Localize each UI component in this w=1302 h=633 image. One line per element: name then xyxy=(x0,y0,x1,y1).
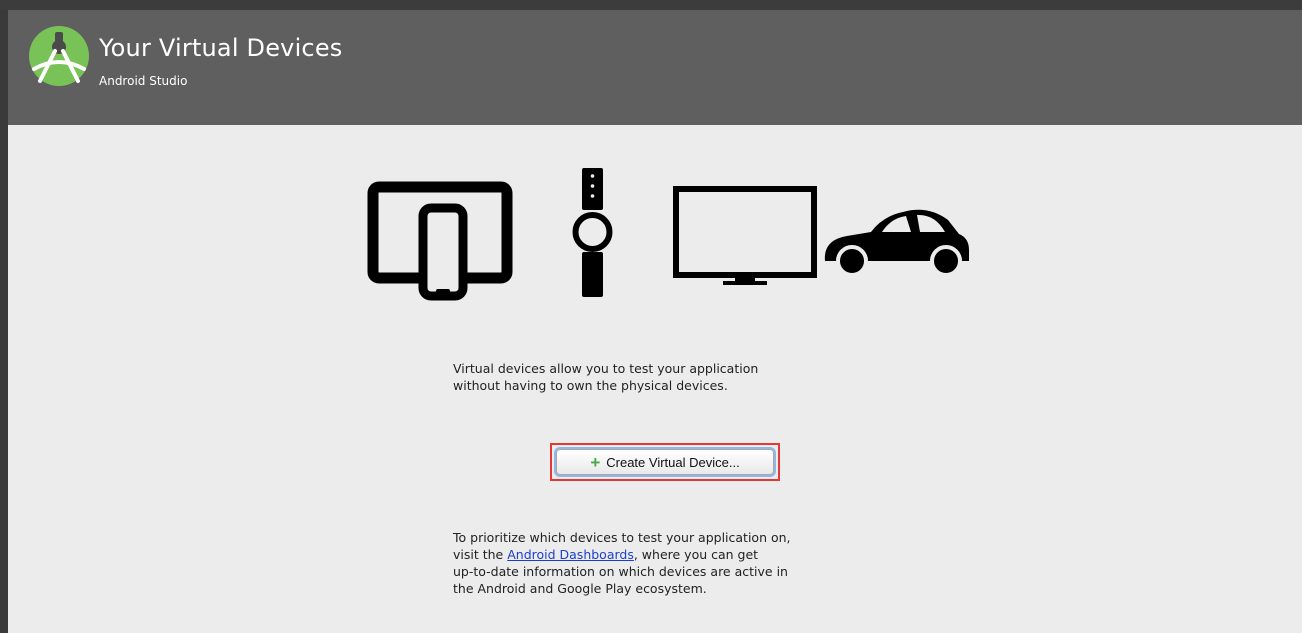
page-title: Your Virtual Devices xyxy=(99,34,343,62)
tv-icon xyxy=(673,186,817,285)
android-studio-logo-icon xyxy=(29,26,89,86)
dashboard-line-3: up-to-date information on which devices … xyxy=(453,564,788,579)
intro-line-2: without having to own the physical devic… xyxy=(453,378,728,393)
watch-icon xyxy=(572,168,613,297)
create-virtual-device-highlight[interactable]: + Create Virtual Device... xyxy=(550,443,780,481)
dashboard-line-1: To prioritize which devices to test your… xyxy=(453,530,791,545)
window-top-edge xyxy=(0,0,1302,10)
header-bar: Your Virtual Devices Android Studio xyxy=(8,10,1302,125)
page-subtitle: Android Studio xyxy=(99,74,188,88)
dashboard-line-2-suffix: , where you can get xyxy=(633,547,759,562)
plus-icon: + xyxy=(590,452,601,472)
car-icon xyxy=(824,209,969,277)
main-content: Virtual devices allow you to test your a… xyxy=(8,125,1302,633)
dashboard-line-4: the Android and Google Play ecosystem. xyxy=(453,581,707,596)
dashboard-description: To prioritize which devices to test your… xyxy=(453,529,873,597)
dashboard-line-2-prefix: visit the xyxy=(453,547,508,562)
tablet-phone-icon xyxy=(367,181,513,301)
device-illustrations xyxy=(367,168,969,301)
intro-line-1: Virtual devices allow you to test your a… xyxy=(453,361,759,376)
intro-description: Virtual devices allow you to test your a… xyxy=(453,360,873,394)
android-dashboards-link[interactable]: Android Dashboards xyxy=(507,547,634,562)
dashboard-line-2: visit the Android Dashboards, where you … xyxy=(453,546,873,563)
create-virtual-device-button[interactable]: + Create Virtual Device... xyxy=(556,449,774,475)
create-virtual-device-label: Create Virtual Device... xyxy=(606,454,740,470)
